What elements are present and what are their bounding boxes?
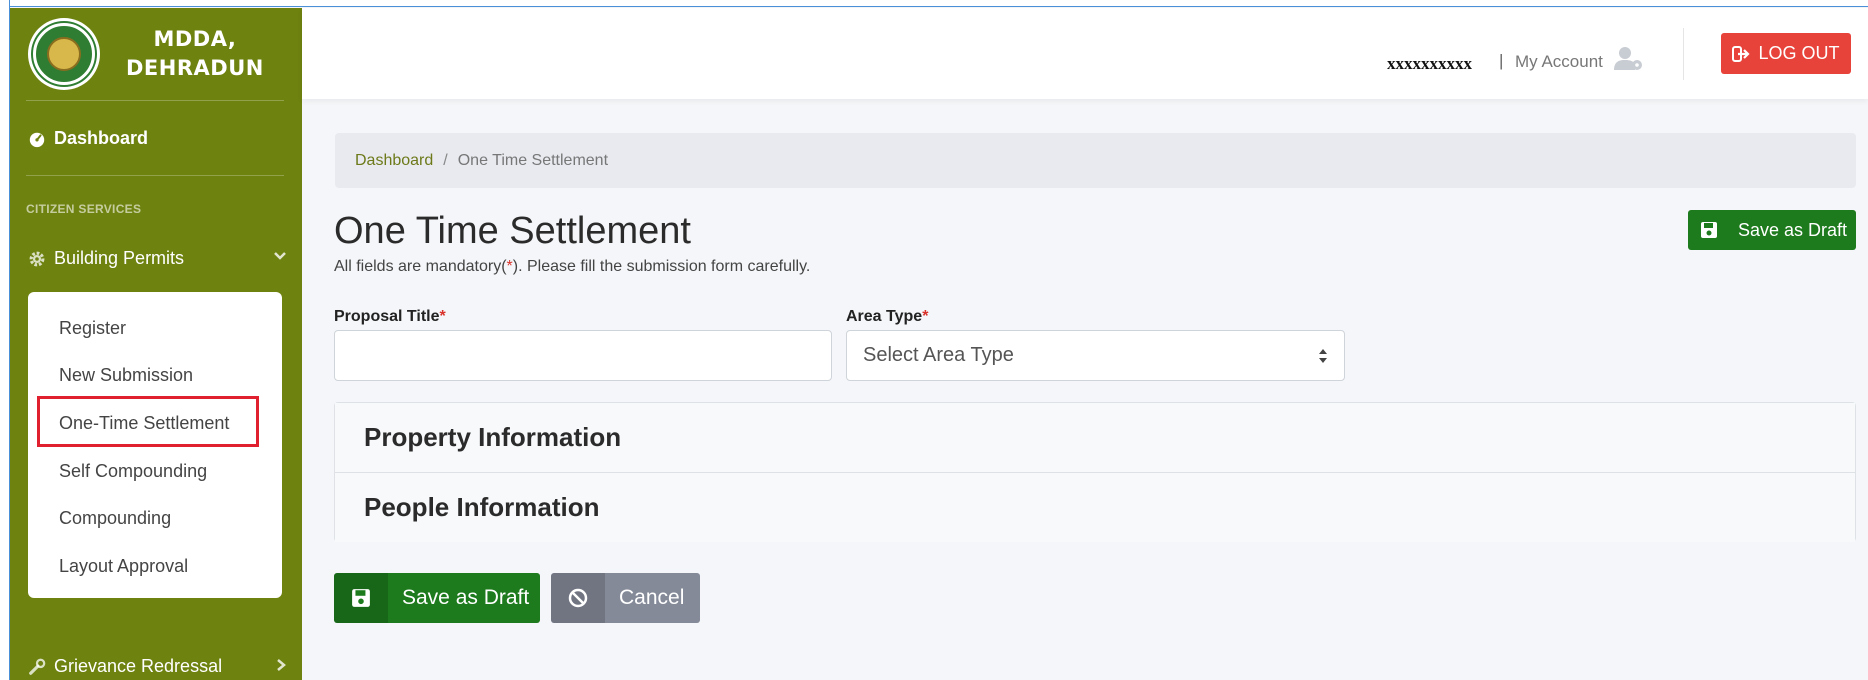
sidebar-item-label: Dashboard [54, 128, 149, 148]
accordion-property-information[interactable]: Property Information [335, 403, 1855, 472]
save-draft-top-button[interactable]: Save as Draft [1688, 210, 1856, 250]
logout-label: LOG OUT [1758, 43, 1840, 63]
wrench-icon [29, 658, 46, 675]
subtitle-text: All fields are mandatory( [334, 258, 507, 275]
save-icon-zone [334, 573, 388, 623]
sidebar-item-dashboard[interactable]: Dashboard [28, 128, 148, 149]
logout-button[interactable]: LOG OUT [1721, 33, 1851, 74]
breadcrumb-separator: / [443, 151, 448, 169]
brand-line-1: MDDA, [153, 27, 237, 51]
sidebar-item-label: Grievance Redressal [54, 656, 223, 676]
brand: MDDA, DEHRADUN [10, 8, 302, 100]
header-separator: | [1499, 51, 1504, 70]
subtitle-text: ). Please fill the submission form caref… [512, 258, 811, 275]
floppy-disk-icon [352, 589, 370, 607]
save-draft-label: Save as Draft [1738, 219, 1848, 240]
field-label-text: Proposal Title [334, 308, 440, 325]
cancel-icon-zone [551, 573, 605, 623]
chevron-right-icon [277, 659, 286, 671]
gear-icon [29, 251, 45, 266]
required-asterisk: * [922, 308, 929, 325]
brand-name: MDDA, DEHRADUN [126, 25, 264, 83]
submenu-item-compounding[interactable]: Compounding [59, 508, 171, 529]
window-left-border [0, 0, 10, 680]
header-divider [1683, 28, 1684, 80]
submenu-item-self-compounding[interactable]: Self Compounding [59, 461, 207, 482]
ban-icon [568, 588, 588, 608]
dashboard-icon [29, 132, 45, 147]
area-type-selected-value: Select Area Type [863, 344, 1014, 366]
breadcrumb-dashboard-link[interactable]: Dashboard [355, 152, 433, 170]
sort-caret-icon [1319, 349, 1327, 363]
window-top-border [0, 0, 1868, 7]
sidebar-divider [26, 175, 284, 176]
sidebar-item-building-permits[interactable]: Building Permits [28, 248, 288, 269]
proposal-title-input[interactable] [334, 330, 832, 381]
submenu-item-register[interactable]: Register [59, 318, 126, 339]
accordion-title: People Information [364, 492, 600, 522]
page-title: One Time Settlement [334, 210, 691, 252]
area-type-label: Area Type* [846, 308, 928, 326]
save-draft-label: Save as Draft [402, 586, 530, 609]
breadcrumb-current: One Time Settlement [457, 151, 609, 169]
brand-line-2: DEHRADUN [126, 56, 264, 80]
top-header: xxxxxxxxxx | My Account LOG OUT [302, 8, 1868, 99]
area-type-select[interactable]: Select Area Type [846, 330, 1345, 381]
submenu-item-new-submission[interactable]: New Submission [59, 365, 193, 386]
sidebar-item-label: Building Permits [54, 248, 185, 268]
breadcrumb: Dashboard / One Time Settlement [335, 133, 1856, 188]
page-subtitle: All fields are mandatory(*). Please fill… [334, 258, 810, 276]
required-asterisk: * [439, 308, 446, 325]
proposal-title-label: Proposal Title* [334, 308, 446, 326]
cancel-button[interactable]: Cancel [551, 573, 700, 623]
chevron-down-icon [274, 252, 286, 260]
save-draft-button[interactable]: Save as Draft [334, 573, 540, 623]
user-settings-icon[interactable] [1614, 46, 1644, 72]
cancel-label: Cancel [619, 586, 685, 609]
field-label-text: Area Type [846, 308, 923, 325]
username: xxxxxxxxxx [1387, 54, 1472, 73]
sidebar-item-grievance-redressal[interactable]: Grievance Redressal [28, 656, 288, 677]
annotation-highlight-box [37, 396, 259, 447]
accordion-title: Property Information [364, 422, 622, 452]
sign-out-icon [1732, 45, 1751, 62]
sidebar-divider [26, 100, 284, 101]
submenu-item-layout-approval[interactable]: Layout Approval [59, 556, 188, 577]
sidebar-section-label: CITIZEN SERVICES [26, 202, 142, 216]
sidebar: MDDA, DEHRADUN Dashboard CITIZEN SERVICE… [10, 8, 302, 680]
accordion-people-information[interactable]: People Information [335, 473, 1855, 542]
mdda-logo [28, 18, 100, 90]
floppy-disk-icon [1701, 222, 1717, 238]
my-account-link[interactable]: My Account [1515, 52, 1603, 72]
form-sections-accordion: Property Information People Information [334, 402, 1856, 542]
